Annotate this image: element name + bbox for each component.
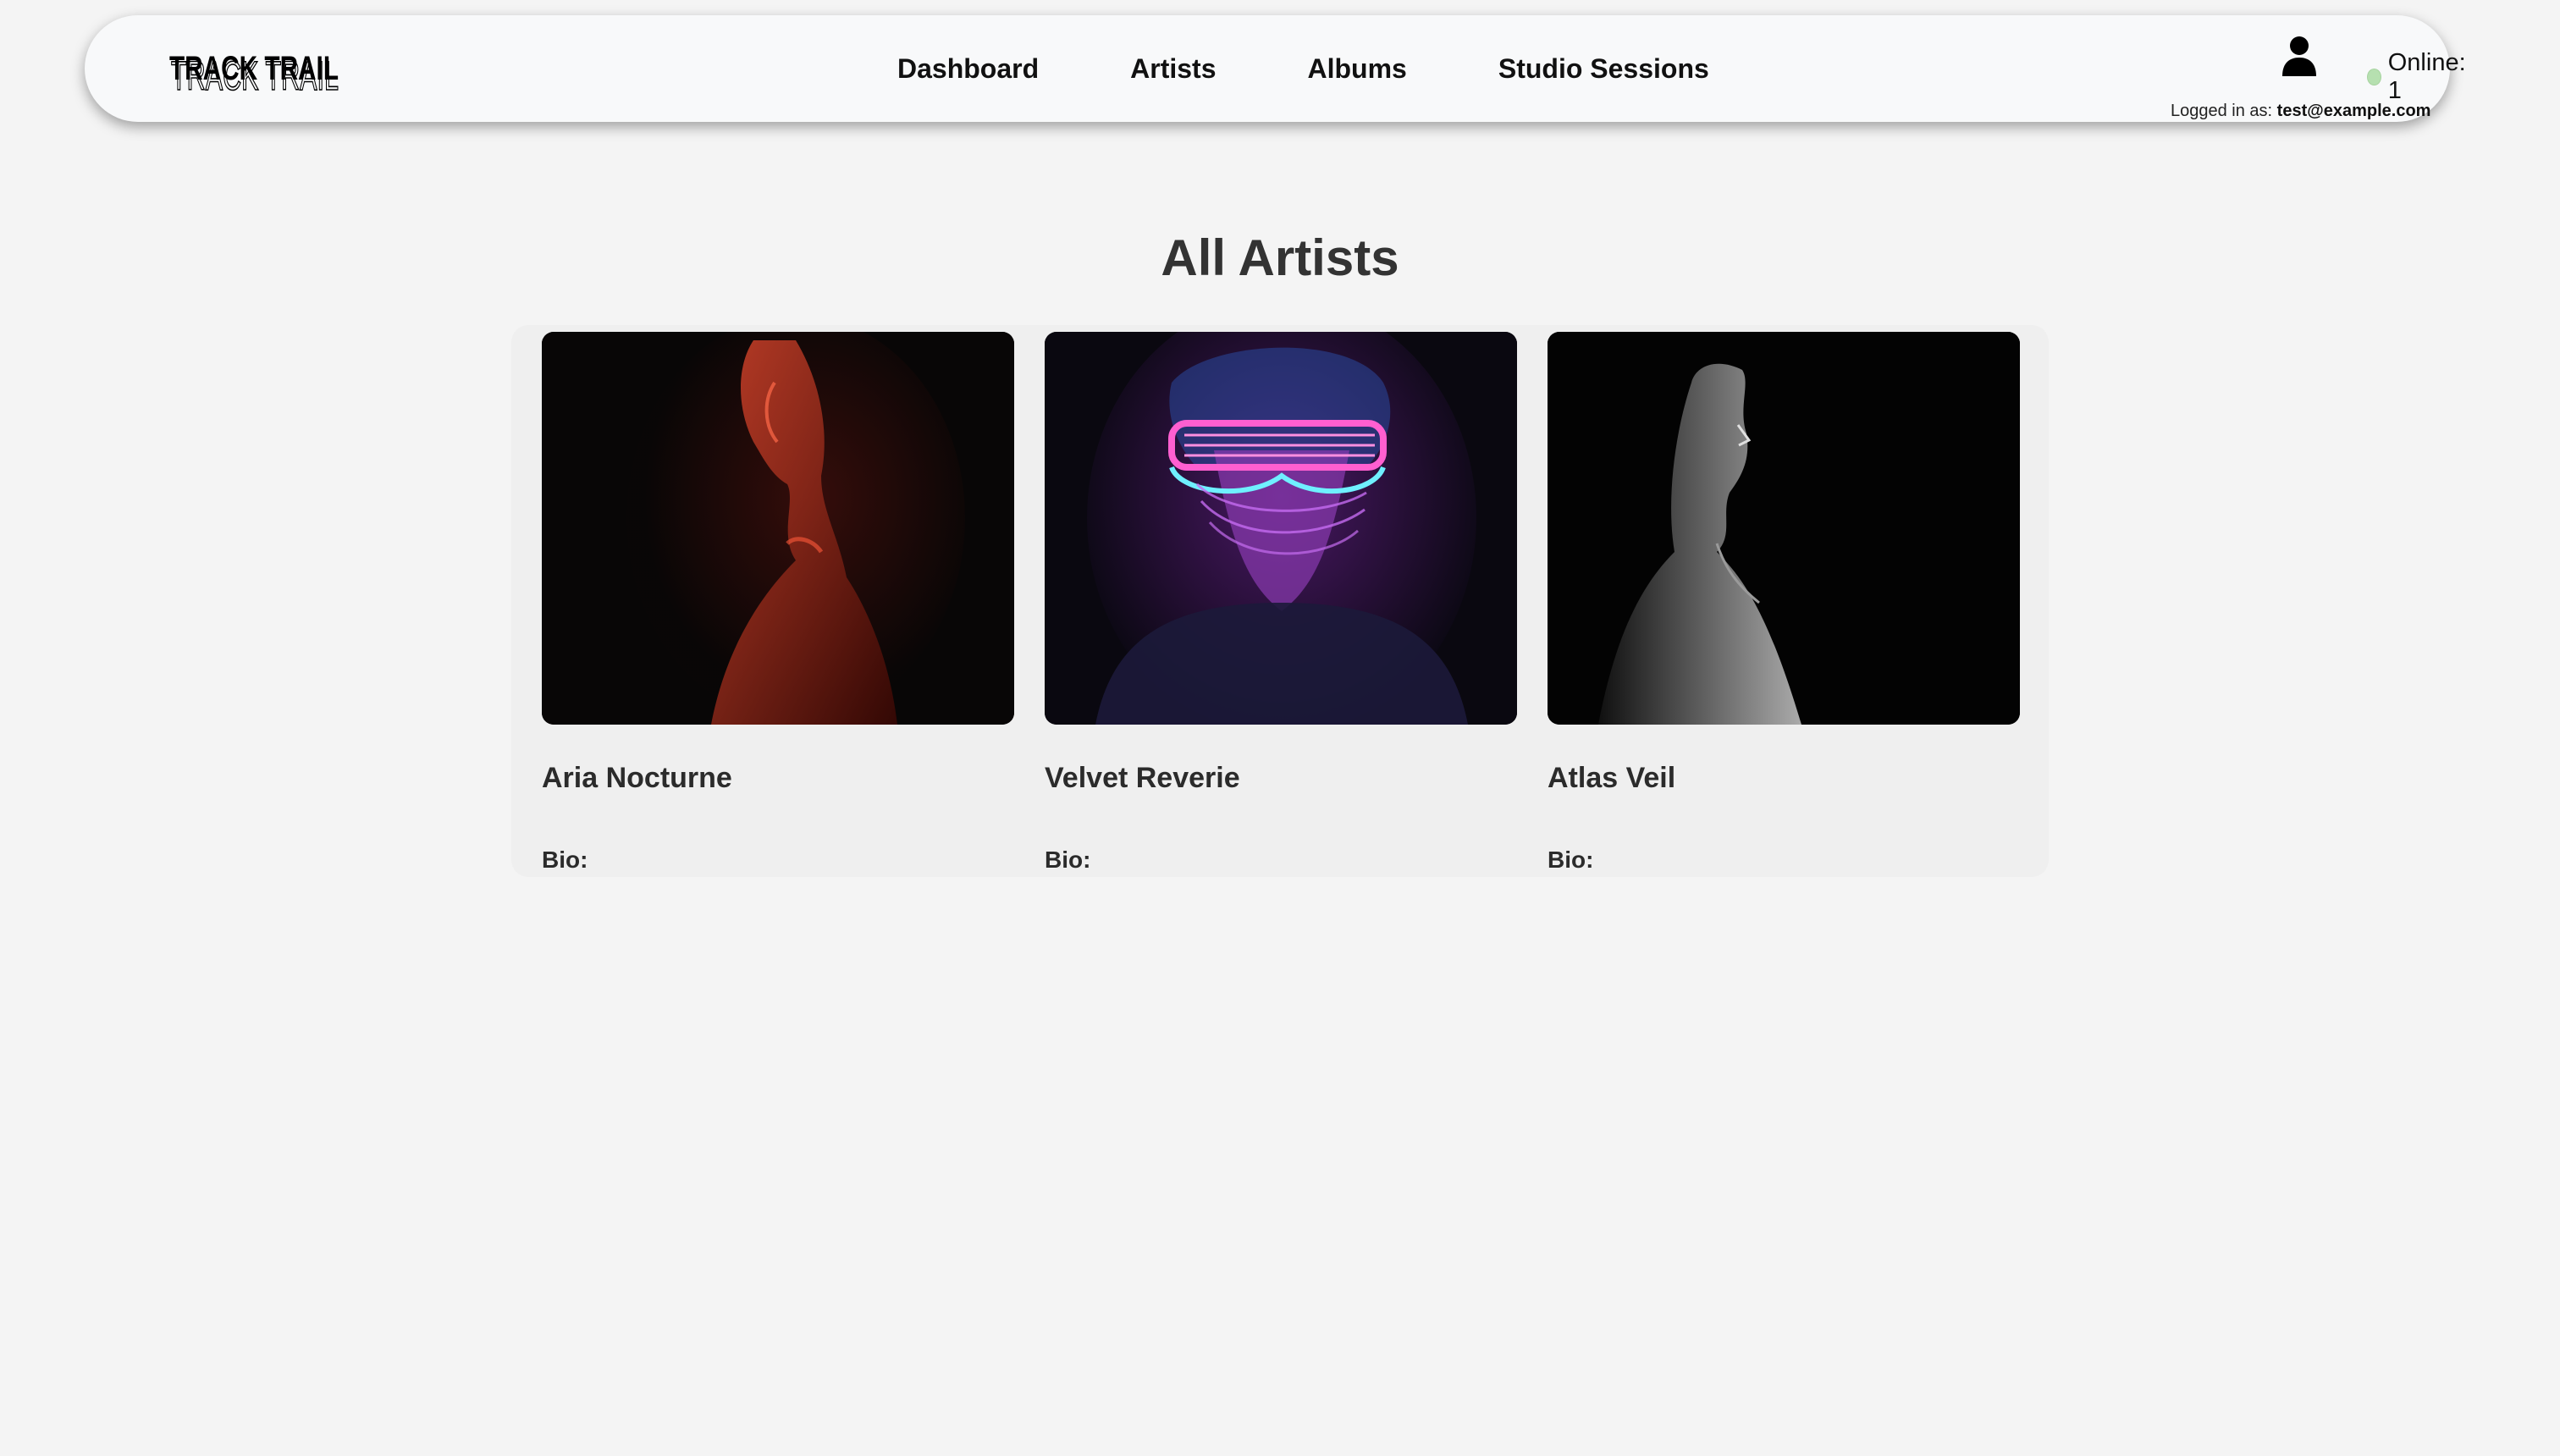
artist-name[interactable]: Velvet Reverie [1045, 762, 1240, 795]
artist-name[interactable]: Atlas Veil [1548, 762, 1675, 795]
online-status: Online: 1 [2367, 49, 2469, 105]
artist-photo-red-portrait[interactable] [542, 332, 1014, 725]
nav-artists[interactable]: Artists [1130, 53, 1216, 85]
logo-wordmark: TRACK TRAIL TRACK TRAIL [169, 50, 339, 100]
svg-text:TRACK TRAIL: TRACK TRAIL [171, 54, 339, 99]
top-navbar: TRACK TRAIL TRACK TRAIL Dashboard Artist… [85, 15, 2466, 122]
nav-studio-sessions[interactable]: Studio Sessions [1498, 53, 1709, 85]
online-indicator-icon [2367, 69, 2381, 85]
logged-in-info: Logged in as: test@example.com [2171, 102, 2430, 121]
logged-in-label: Logged in as: [2171, 102, 2273, 120]
online-count: Online: 1 [2387, 49, 2466, 104]
artist-card[interactable]: Atlas Veil Bio: [1548, 332, 2020, 877]
artists-grid: Aria Nocturne Bio: Velvet Reverie Bio: A… [511, 325, 2049, 877]
main-nav: Dashboard Artists Albums Studio Sessions [897, 15, 1709, 122]
artist-card[interactable]: Velvet Reverie Bio: [1045, 332, 1517, 877]
artist-bio-label: Bio: [542, 847, 588, 873]
logged-in-email: test@example.com [2276, 102, 2431, 120]
artist-card[interactable]: Aria Nocturne Bio: [542, 332, 1014, 877]
artist-photo-neon-portrait[interactable] [1045, 332, 1517, 725]
nav-albums[interactable]: Albums [1308, 53, 1407, 85]
track-trail-logo[interactable]: TRACK TRAIL TRACK TRAIL [168, 37, 340, 105]
nav-dashboard[interactable]: Dashboard [897, 53, 1039, 85]
artist-name[interactable]: Aria Nocturne [542, 762, 732, 795]
artist-photo-mono-profile[interactable] [1548, 332, 2020, 725]
page-title: All Artists [1161, 229, 1399, 286]
user-icon[interactable] [2281, 36, 2318, 78]
artist-bio-label: Bio: [1045, 847, 1091, 873]
artist-bio-label: Bio: [1548, 847, 1594, 873]
